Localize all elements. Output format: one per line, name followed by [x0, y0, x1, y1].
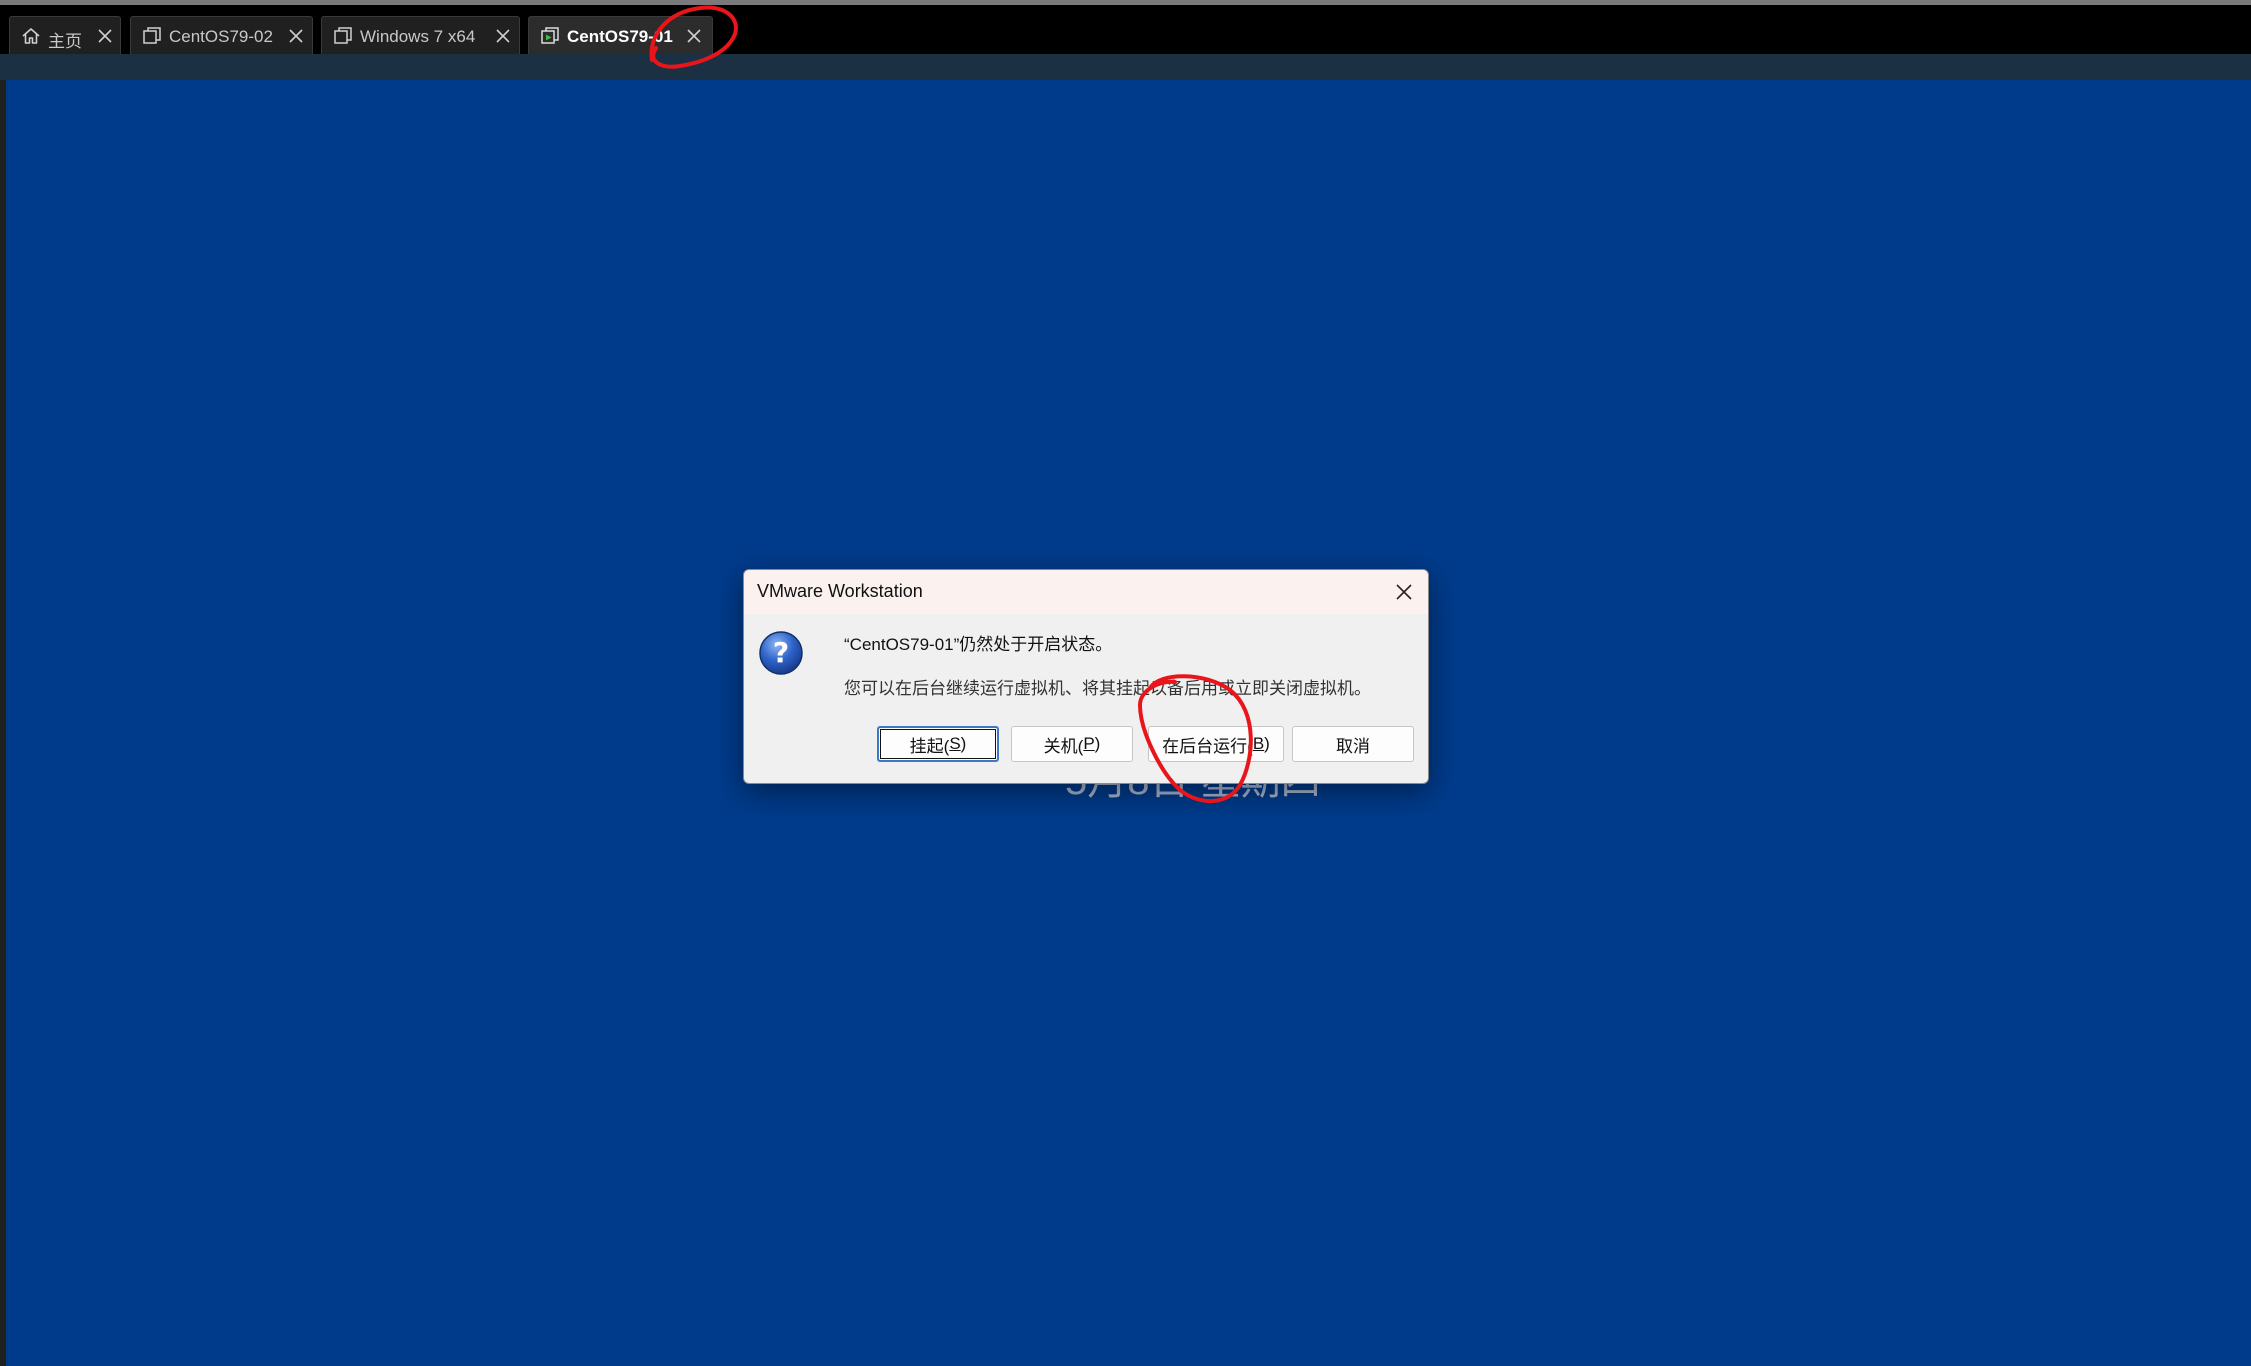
button-label: 关机( [1043, 736, 1084, 756]
svg-text:?: ? [773, 636, 789, 669]
tab-label: CentOS79-02 [169, 27, 273, 46]
dialog-message-detail: 您可以在后台继续运行虚拟机、将其挂起以备后用或立即关闭虚拟机。 [844, 679, 1371, 698]
button-label: 挂起( [909, 736, 950, 756]
tab-label: CentOS79-01 [567, 27, 673, 46]
tab-label: 主页 [48, 32, 82, 51]
close-vm-dialog: VMware Workstation ? “CentOS79-01”仍然处于开启… [743, 569, 1429, 784]
home-icon [22, 28, 40, 44]
suspend-button[interactable]: 挂起(S) [877, 726, 999, 762]
vm-window-icon [334, 27, 352, 44]
vmware-workstation-window: 主页 CentOS79-02 Windows 7 x64 CentOS79-01… [0, 0, 2251, 1366]
toolbar-strip [0, 54, 2251, 80]
tab-windows-7-x64[interactable]: Windows 7 x64 [321, 16, 520, 54]
vm-running-icon [541, 27, 559, 44]
vm-window-icon [143, 27, 161, 44]
tab-bar: 主页 CentOS79-02 Windows 7 x64 CentOS79-01 [0, 5, 2251, 54]
dialog-close-button[interactable] [1390, 578, 1418, 606]
close-icon[interactable] [286, 26, 306, 46]
close-icon[interactable] [684, 26, 704, 46]
button-accelerator: P [1083, 734, 1095, 753]
dialog-title: VMware Workstation [757, 581, 923, 601]
run-in-background-button[interactable]: 在后台运行(B) [1148, 726, 1284, 762]
tab-home[interactable]: 主页 [9, 16, 121, 54]
question-icon: ? [759, 631, 803, 675]
button-label-end: ) [1264, 734, 1270, 753]
button-accelerator: B [1252, 734, 1265, 753]
close-icon[interactable] [493, 26, 513, 46]
power-off-button[interactable]: 关机(P) [1011, 726, 1133, 762]
button-label-end: ) [960, 734, 967, 753]
close-icon [1396, 584, 1412, 600]
tab-centos79-02[interactable]: CentOS79-02 [130, 16, 313, 54]
dialog-titlebar: VMware Workstation [744, 570, 1428, 614]
tab-centos79-01[interactable]: CentOS79-01 [528, 16, 713, 54]
button-label-end: ) [1094, 734, 1101, 753]
tab-label: Windows 7 x64 [360, 27, 476, 46]
dialog-message-main: “CentOS79-01”仍然处于开启状态。 [844, 635, 1113, 654]
cancel-button[interactable]: 取消 [1292, 726, 1414, 762]
close-icon[interactable] [95, 26, 115, 46]
button-label: 在后台运行( [1162, 736, 1253, 756]
button-accelerator: S [949, 734, 961, 753]
